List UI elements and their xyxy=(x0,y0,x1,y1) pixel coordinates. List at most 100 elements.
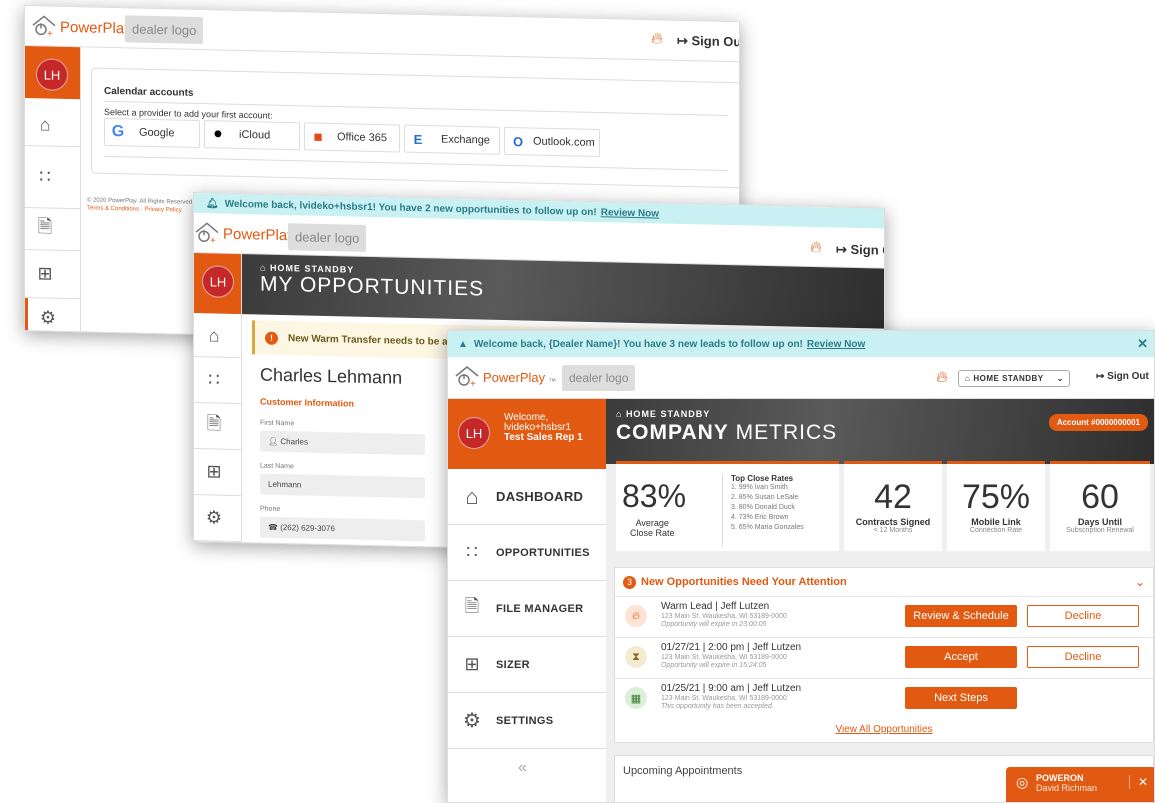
brand-name: PowerPlay xyxy=(223,225,295,244)
upcoming-title: Upcoming Appointments xyxy=(623,765,743,777)
opportunity-row: ⧗ 01/27/21 | 2:00 pm | Jeff Lutzen 123 M… xyxy=(615,637,1153,678)
calculator-icon: ⊞ xyxy=(206,461,222,482)
dealer-logo: dealer logo xyxy=(562,365,636,391)
opps-count-badge: 3 xyxy=(623,575,636,589)
decline-button[interactable]: Decline xyxy=(1027,605,1139,627)
review-now-link[interactable]: Review Now xyxy=(601,207,659,219)
new-opportunities-panel: 3 New Opportunities Need Your Attention … xyxy=(614,567,1154,743)
calculator-icon: ⊞ xyxy=(37,263,53,284)
review-schedule-button[interactable]: Review & Schedule xyxy=(905,605,1017,627)
people-icon: ∷ xyxy=(208,369,220,390)
google-button[interactable]: G Google xyxy=(104,117,200,148)
sidebar-header: LH xyxy=(194,253,241,315)
welcome-banner: ▲ Welcome back, {Dealer Name}! You have … xyxy=(448,331,1154,357)
close-icon[interactable]: ✕ xyxy=(1137,336,1148,352)
sidebar-item-settings[interactable]: ⚙ xyxy=(194,495,241,543)
brand-name: PowerPlay xyxy=(60,18,132,37)
sidebar-item-opportunities[interactable]: ∷ xyxy=(194,357,241,405)
svg-text:+: + xyxy=(47,29,53,39)
bell-icon: 🔔︎ xyxy=(206,197,219,210)
footer-links[interactable]: Terms & Conditions · Privacy Policy xyxy=(87,205,182,213)
sidebar-item-settings[interactable]: ⚙ xyxy=(25,298,80,340)
close-rate-value: 83% xyxy=(622,478,687,514)
sidebar: LH ⌂ ∷ 🗎 ⊞ ⚙ xyxy=(194,253,242,543)
hourglass-icon: ⧗ xyxy=(625,646,647,668)
page-hero: ⌂ HOME STANDBY COMPANY METRICS Account #… xyxy=(606,399,1154,464)
sidebar-item-sizer[interactable]: ⊞ xyxy=(25,250,80,300)
calendar-card: Calendar accounts Select a provider to a… xyxy=(91,67,740,189)
sidebar-item-files[interactable]: 🗎 xyxy=(194,403,241,451)
avatar[interactable]: LH xyxy=(36,58,68,91)
google-icon: G xyxy=(111,122,125,141)
first-name-label: First Name xyxy=(260,419,295,428)
sidebar-item-dashboard[interactable]: ⌂ DASHBOARD xyxy=(448,469,606,525)
powerplay-logo[interactable]: + PowerPlay™ xyxy=(454,365,556,390)
exchange-icon: E xyxy=(413,131,423,147)
avatar[interactable]: LH xyxy=(202,265,234,298)
sidebar-header: LH Welcome, lvideko+hsbsr1 Test Sales Rep … xyxy=(448,399,606,469)
decline-button[interactable]: Decline xyxy=(1027,646,1139,668)
dealer-logo: dealer logo xyxy=(288,223,367,252)
office365-button[interactable]: ■ Office 365 xyxy=(304,122,400,153)
last-name-field[interactable]: Lehmann xyxy=(260,473,425,499)
sidebar-item-settings[interactable]: ⚙ SETTINGS xyxy=(448,693,606,749)
days-until-card: 60 Days Until Subscription Renewal xyxy=(1050,461,1150,551)
sidebar-item-sizer[interactable]: ⊞ SIZER xyxy=(448,637,606,693)
calendar-icon: ▦ xyxy=(625,687,647,709)
avatar[interactable]: LH xyxy=(458,417,490,449)
company-metrics-window: ▲ Welcome back, {Dealer Name}! You have … xyxy=(447,330,1155,803)
warning-icon: ! xyxy=(265,331,278,345)
outlook-button[interactable]: O Outlook.com xyxy=(504,126,600,158)
main-area: ⌂ HOME STANDBY COMPANY METRICS Account #… xyxy=(606,399,1154,802)
product-selector[interactable]: ⌂ HOME STANDBY ⌄ xyxy=(958,370,1070,387)
accept-button[interactable]: Accept xyxy=(905,646,1017,668)
sign-out-button[interactable]: ↦ Sign Ou xyxy=(677,33,740,50)
phone-field[interactable]: ☎︎ (262) 629-3076 xyxy=(260,516,425,542)
flame-icon[interactable]: 🔥︎ xyxy=(936,369,948,387)
sidebar-item-home[interactable]: ⌂ xyxy=(194,315,241,359)
sidebar-item-opportunities[interactable]: ∷ xyxy=(25,146,80,210)
page-title: MY OPPORTUNITIES xyxy=(260,272,485,301)
hero-kicker: ⌂ HOME STANDBY xyxy=(616,409,711,419)
chevron-down-icon[interactable]: ⌄ xyxy=(1135,575,1145,589)
view-all-opportunities-link[interactable]: View All Opportunities xyxy=(615,724,1153,735)
power-house-icon: + xyxy=(194,221,220,247)
chevron-down-icon: ⌄ xyxy=(1056,374,1064,383)
sign-out-button[interactable]: ↦ Sign C xyxy=(836,242,885,259)
document-icon: 🗎 xyxy=(206,412,222,434)
poweron-widget[interactable]: ◎ POWERON David Richman ✕ xyxy=(1006,767,1154,802)
opportunity-row: 🔥︎ Warm Lead | Jeff Lutzen 123 Main St. … xyxy=(615,596,1153,637)
opps-header[interactable]: 3 New Opportunities Need Your Attention … xyxy=(615,568,1153,596)
document-icon: 🗎 xyxy=(37,215,53,237)
gear-icon: ⚙ xyxy=(205,507,223,528)
icloud-button[interactable]: ● iCloud xyxy=(204,120,300,151)
svg-text:+: + xyxy=(470,379,476,389)
dealer-logo: dealer logo xyxy=(125,15,204,45)
sidebar-item-files[interactable]: 🗎 xyxy=(25,208,80,252)
review-now-link[interactable]: Review Now xyxy=(807,339,865,350)
sign-out-button[interactable]: ↦ Sign Out xyxy=(1096,371,1149,382)
first-name-field[interactable]: 👤︎ Charles xyxy=(260,430,425,456)
power-house-icon: + xyxy=(454,365,480,390)
contracts-card: 42 Contracts Signed < 12 Months xyxy=(844,461,942,551)
collapse-sidebar-icon[interactable]: « xyxy=(518,759,527,777)
exchange-button[interactable]: E Exchange xyxy=(404,124,500,155)
flame-icon[interactable]: 🔥︎ xyxy=(651,30,663,48)
sidebar-item-file-manager[interactable]: 🗎 FILE MANAGER xyxy=(448,581,606,637)
sidebar-item-home[interactable]: ⌂ xyxy=(25,104,80,148)
power-house-icon: + xyxy=(31,14,57,40)
account-badge: Account #0000000001 xyxy=(1048,414,1148,431)
brand-name: PowerPlay xyxy=(483,369,546,385)
welcome-text: Welcome, lvideko+hsbsr1 Test Sales Rep 1 xyxy=(504,412,583,443)
sidebar-item-sizer[interactable]: ⊞ xyxy=(194,449,241,497)
flame-icon[interactable]: 🔥︎ xyxy=(810,239,822,257)
sidebar: LH ⌂ ∷ 🗎 ⊞ ⚙ xyxy=(25,46,81,340)
close-icon[interactable]: ✕ xyxy=(1128,775,1148,789)
top-close-rates: Top Close Rates 1. 99% Ivan Smith 2. 85%… xyxy=(722,474,804,546)
people-icon: ∷ xyxy=(466,542,478,562)
card-title: Calendar accounts xyxy=(104,85,194,99)
sidebar-header: LH xyxy=(25,46,80,100)
next-steps-button[interactable]: Next Steps xyxy=(905,687,1017,709)
sidebar-item-opportunities[interactable]: ∷ OPPORTUNITIES xyxy=(448,525,606,581)
section-title: Customer Information xyxy=(260,396,355,409)
